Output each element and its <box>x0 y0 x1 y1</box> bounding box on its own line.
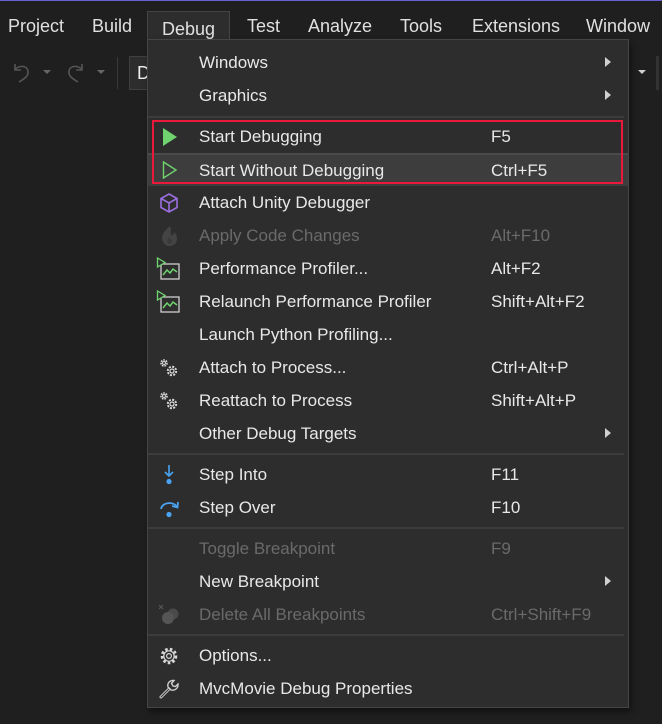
menu-item-label: Attach to Process... <box>199 358 347 377</box>
menu-item-start-debugging[interactable]: Start Debugging F5 <box>148 120 628 153</box>
menu-item-label: Graphics <box>199 86 268 105</box>
menu-item-shortcut: F10 <box>491 498 521 517</box>
menu-item-label: Start Without Debugging <box>199 161 385 180</box>
menu-item-label: Options... <box>199 646 272 665</box>
menu-item-shortcut: Ctrl+Shift+F9 <box>491 605 592 624</box>
menu-separator <box>148 634 624 636</box>
toolbar-separator <box>117 57 118 89</box>
menu-item-label: Start Debugging <box>199 127 322 146</box>
menu-item-options[interactable]: Options... <box>148 639 628 672</box>
toolbar-dropdown-icon[interactable] <box>637 69 647 75</box>
menu-item-relaunch-performance-profiler[interactable]: Relaunch Performance Profiler Shift+Alt+… <box>148 285 628 318</box>
menu-item-reattach-to-process[interactable]: Reattach to Process Shift+Alt+P <box>148 384 628 417</box>
menu-window[interactable]: Window <box>586 8 650 42</box>
menu-item-graphics[interactable]: Graphics <box>148 79 628 112</box>
menu-build[interactable]: Build <box>92 8 132 42</box>
play-filled-icon <box>163 128 177 146</box>
menu-item-shortcut: Ctrl+F5 <box>491 161 548 180</box>
menu-analyze[interactable]: Analyze <box>308 8 372 42</box>
menu-item-label: Step Into <box>199 465 268 484</box>
menu-item-step-over[interactable]: Step Over F10 <box>148 491 628 524</box>
menu-item-label: Toggle Breakpoint <box>199 539 336 558</box>
step-over-icon <box>160 501 179 518</box>
menu-item-label: Attach Unity Debugger <box>199 193 371 212</box>
step-into-icon <box>164 465 174 485</box>
menu-item-shortcut: F11 <box>491 465 520 484</box>
menu-item-label: Step Over <box>199 498 276 517</box>
menu-item-label: Relaunch Performance Profiler <box>199 292 432 311</box>
menu-test[interactable]: Test <box>247 8 280 42</box>
menu-separator <box>148 116 624 118</box>
hot-reload-flame-icon <box>162 226 177 246</box>
performance-profiler-icon <box>156 289 180 313</box>
menu-separator <box>148 527 624 529</box>
menu-item-performance-profiler[interactable]: Performance Profiler... Alt+F2 <box>148 252 628 285</box>
menu-item-shortcut: F5 <box>491 127 511 146</box>
gears-icon <box>160 392 178 410</box>
menu-item-label: MvcMovie Debug Properties <box>199 679 413 698</box>
menu-item-attach-unity-debugger[interactable]: Attach Unity Debugger <box>148 186 628 219</box>
menu-item-label: Delete All Breakpoints <box>199 605 366 624</box>
gear-icon <box>160 647 178 665</box>
menu-item-shortcut: Alt+F2 <box>491 259 541 278</box>
menu-item-new-breakpoint[interactable]: New Breakpoint <box>148 565 628 598</box>
menu-item-shortcut: Shift+Alt+P <box>491 391 577 410</box>
menu-item-shortcut: Alt+F10 <box>491 226 551 245</box>
menu-item-attach-to-process[interactable]: Attach to Process... Ctrl+Alt+P <box>148 351 628 384</box>
toolbar-grip <box>656 56 659 90</box>
menu-item-mvcmovie-debug-properties[interactable]: MvcMovie Debug Properties <box>148 672 628 705</box>
menu-item-launch-python-profiling[interactable]: Launch Python Profiling... <box>148 318 628 351</box>
menu-item-label: Windows <box>199 53 268 72</box>
undo-dropdown-icon[interactable] <box>42 69 52 75</box>
redo-icon[interactable] <box>63 60 87 84</box>
menu-project[interactable]: Project <box>8 8 64 42</box>
menu-item-label: Other Debug Targets <box>199 424 357 443</box>
menu-item-label: Launch Python Profiling... <box>199 325 393 344</box>
menu-item-delete-all-breakpoints: Delete All Breakpoints Ctrl+Shift+F9 <box>148 598 628 631</box>
menu-item-shortcut: Ctrl+Alt+P <box>491 358 569 377</box>
undo-icon[interactable] <box>10 60 34 84</box>
unity-cube-icon <box>160 193 178 213</box>
menu-item-other-debug-targets[interactable]: Other Debug Targets <box>148 417 628 450</box>
menu-item-label: Apply Code Changes <box>199 226 360 245</box>
menu-extensions[interactable]: Extensions <box>472 8 560 42</box>
delete-breakpoints-icon <box>158 604 179 624</box>
submenu-arrow-icon <box>605 428 611 438</box>
window-accent-line <box>0 0 662 1</box>
submenu-arrow-icon <box>605 576 611 586</box>
wrench-icon <box>159 679 179 699</box>
menu-item-windows[interactable]: Windows <box>148 46 628 79</box>
menu-item-toggle-breakpoint: Toggle Breakpoint F9 <box>148 532 628 565</box>
menu-item-apply-code-changes: Apply Code Changes Alt+F10 <box>148 219 628 252</box>
menu-item-label: Performance Profiler... <box>199 259 369 278</box>
menu-item-step-into[interactable]: Step Into F11 <box>148 458 628 491</box>
menu-item-label: Reattach to Process <box>199 391 353 410</box>
menu-separator <box>148 453 624 455</box>
menu-item-start-without-debugging[interactable]: Start Without Debugging Ctrl+F5 <box>148 153 628 186</box>
menu-item-label: New Breakpoint <box>199 572 320 591</box>
menu-item-shortcut: Shift+Alt+F2 <box>491 292 585 311</box>
performance-profiler-icon <box>156 256 180 280</box>
menu-tools[interactable]: Tools <box>400 8 442 42</box>
play-outline-icon <box>162 160 178 180</box>
gears-icon <box>160 359 178 377</box>
redo-dropdown-icon[interactable] <box>96 69 106 75</box>
debug-menu: Windows Graphics Start Debugging F5 Star… <box>147 39 629 708</box>
submenu-arrow-icon <box>605 90 611 100</box>
menu-item-shortcut: F9 <box>491 539 511 558</box>
submenu-arrow-icon <box>605 57 611 67</box>
